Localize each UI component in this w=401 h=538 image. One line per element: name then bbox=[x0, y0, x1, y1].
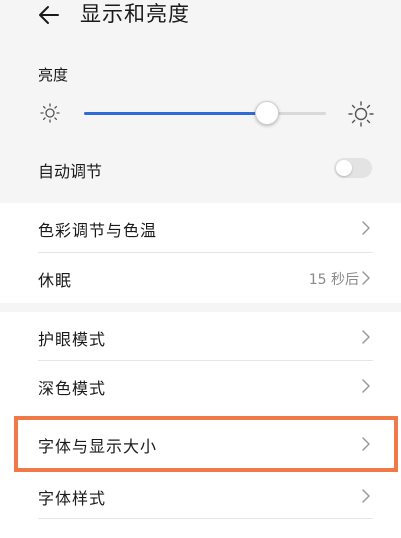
list-item-label: 休眠 bbox=[38, 271, 73, 290]
list-item-font-style[interactable]: 字体样式 bbox=[0, 471, 401, 521]
list-item-label: 深色模式 bbox=[38, 379, 107, 398]
list-item-eye-comfort[interactable]: 护眼模式 bbox=[0, 312, 401, 362]
brightness-slider[interactable] bbox=[84, 112, 326, 115]
brightness-slider-thumb[interactable] bbox=[254, 101, 279, 125]
color-sleep-group: 色彩调节与色温 休眠 15 秒后 bbox=[0, 203, 401, 303]
chevron-right-icon bbox=[362, 271, 370, 285]
brightness-label: 亮度 bbox=[38, 66, 69, 84]
chevron-right-icon bbox=[362, 489, 370, 503]
sun-small-icon bbox=[40, 103, 60, 123]
auto-adjust-toggle-knob bbox=[336, 160, 352, 176]
brightness-slider-fill bbox=[84, 112, 266, 115]
list-item-color-temperature[interactable]: 色彩调节与色温 bbox=[0, 203, 401, 253]
list-item-sleep[interactable]: 休眠 15 秒后 bbox=[0, 253, 401, 303]
chevron-right-icon bbox=[362, 221, 370, 235]
auto-adjust-toggle[interactable] bbox=[334, 158, 372, 178]
sun-large-icon bbox=[348, 101, 374, 127]
list-item-dark-mode[interactable]: 深色模式 bbox=[0, 361, 401, 411]
sleep-value: 15 秒后 bbox=[308, 272, 359, 288]
list-item-label: 色彩调节与色温 bbox=[38, 221, 158, 240]
auto-adjust-label: 自动调节 bbox=[38, 162, 103, 181]
chevron-right-icon bbox=[362, 330, 370, 344]
divider bbox=[38, 518, 373, 519]
back-arrow-icon[interactable] bbox=[36, 2, 62, 28]
brightness-section: 亮度 自动调节 bbox=[0, 56, 401, 192]
page-title: 显示和亮度 bbox=[80, 2, 190, 26]
chevron-right-icon bbox=[362, 379, 370, 393]
list-item-label: 字体样式 bbox=[38, 489, 107, 508]
list-item-label: 护眼模式 bbox=[38, 330, 107, 349]
header-bar: 显示和亮度 bbox=[0, 0, 401, 36]
highlight-box bbox=[14, 416, 398, 472]
